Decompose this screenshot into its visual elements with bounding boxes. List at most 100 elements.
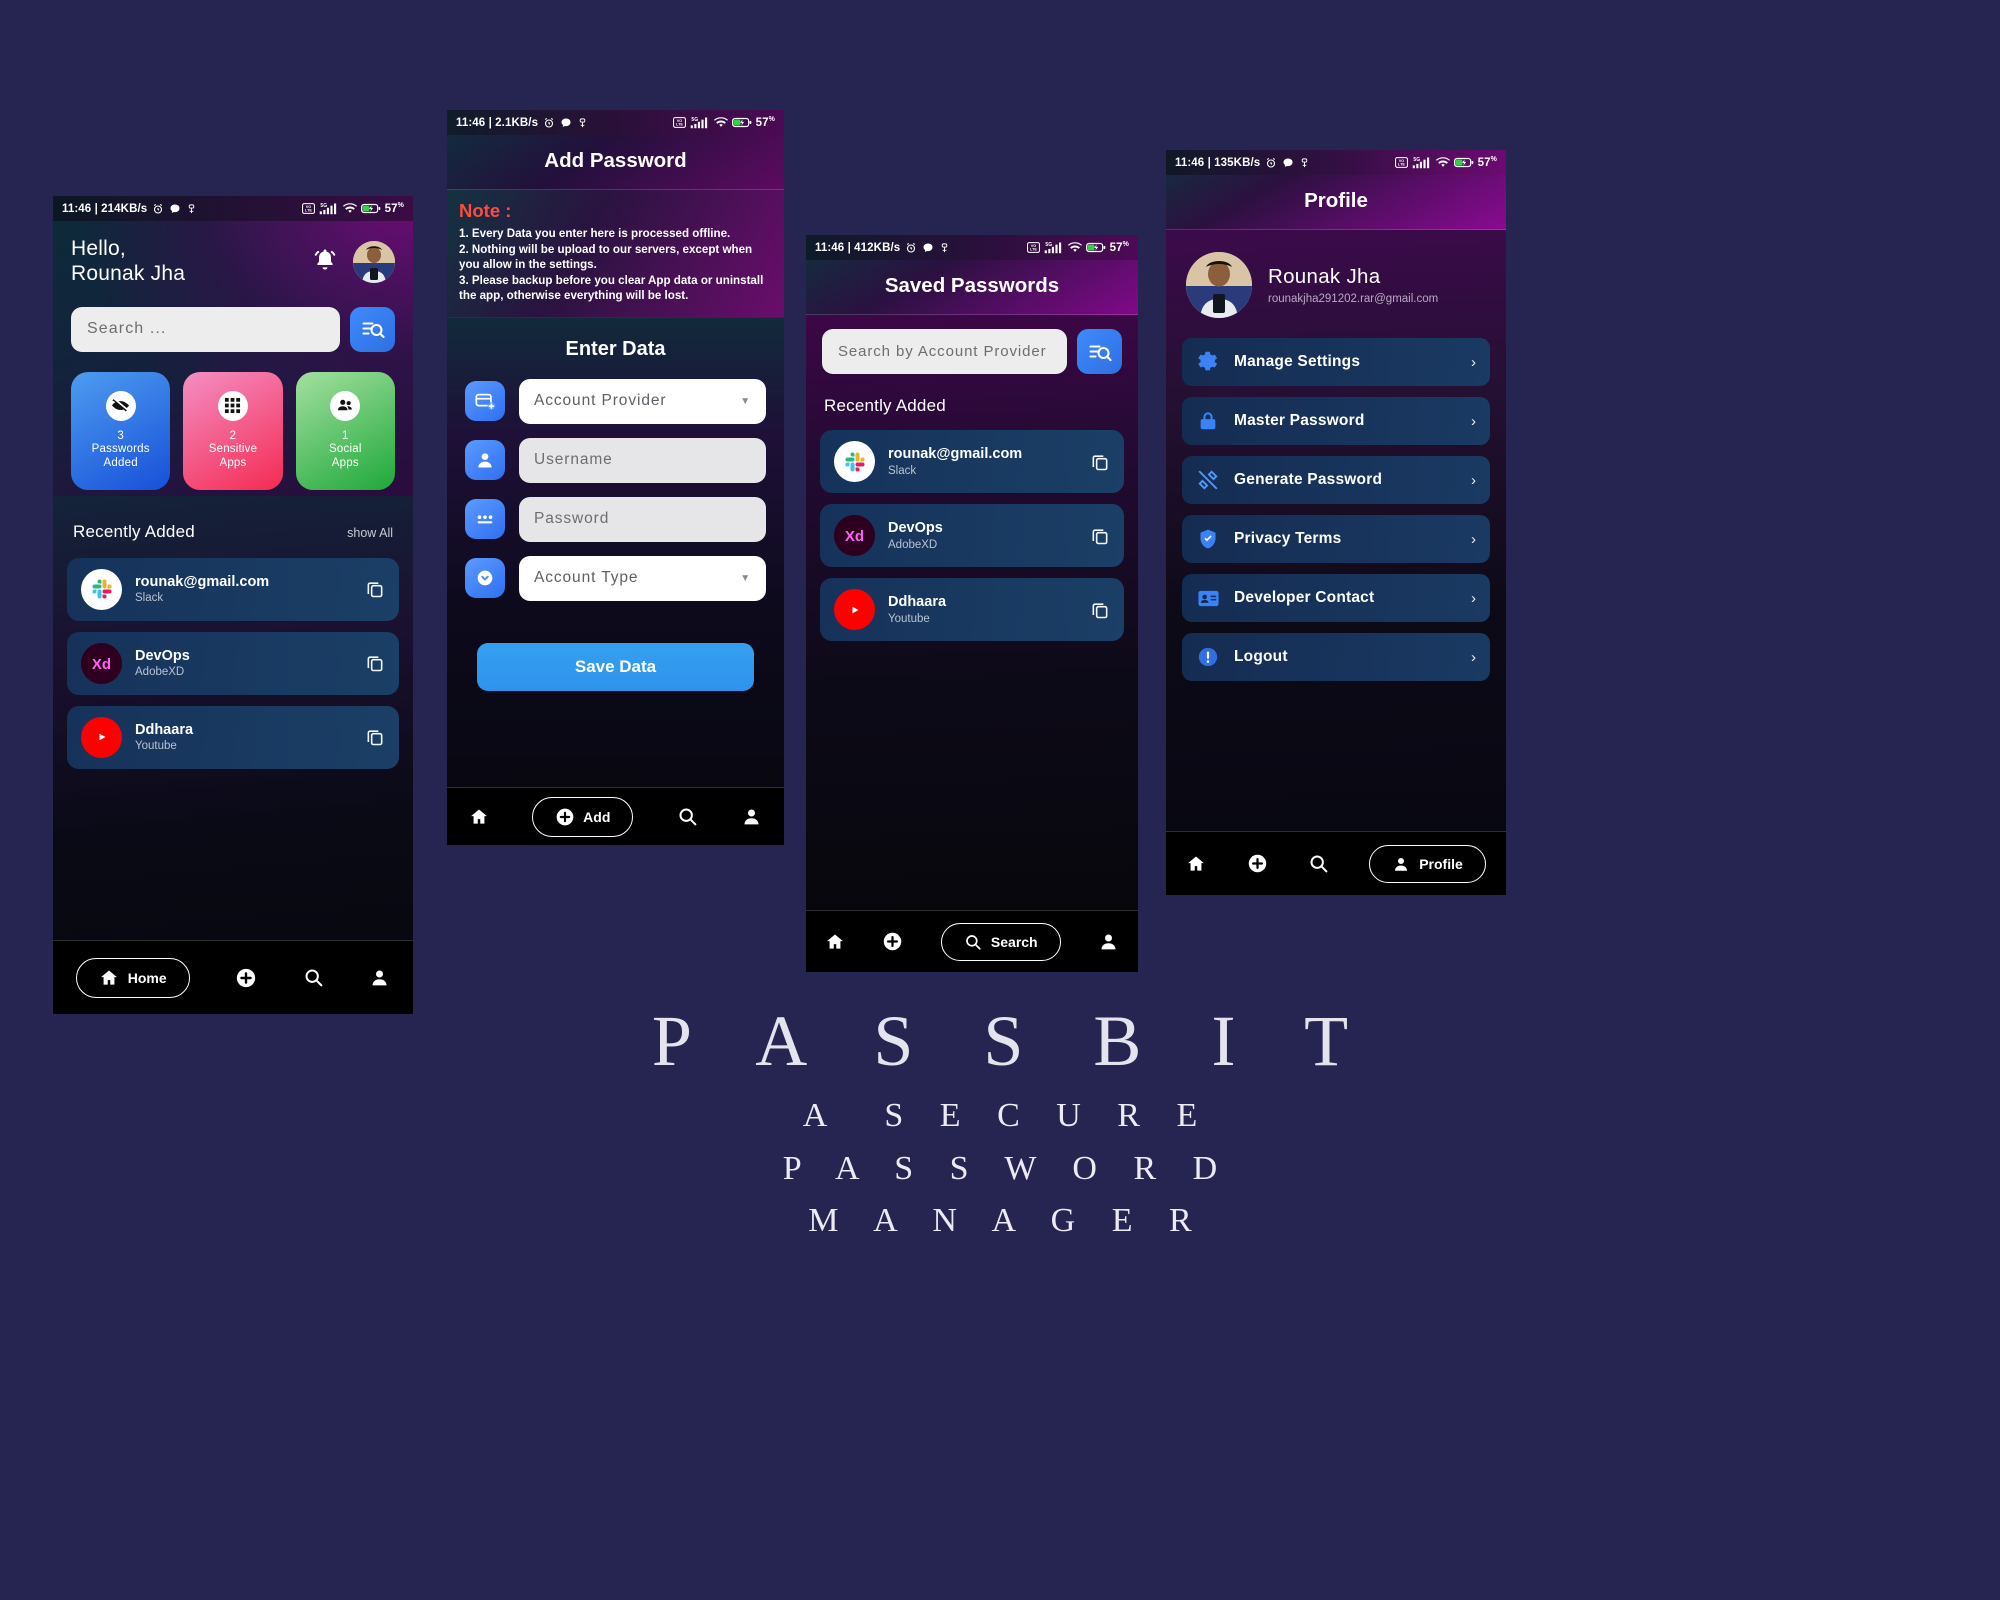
- nav-add[interactable]: [235, 967, 257, 989]
- copy-icon[interactable]: [365, 579, 385, 599]
- copy-icon[interactable]: [1090, 526, 1110, 546]
- youtube-logo: [81, 716, 122, 758]
- signal-bars-icon: 5G: [319, 202, 339, 215]
- nav-profile-label: Profile: [1419, 855, 1463, 872]
- list-item[interactable]: rounak@gmail.com Slack: [820, 430, 1124, 493]
- search-input[interactable]: Search by Account Provider: [822, 329, 1067, 374]
- copy-icon[interactable]: [365, 727, 385, 747]
- account-title: Ddhaara: [888, 594, 947, 611]
- svg-text:5G: 5G: [1045, 242, 1052, 248]
- stat-card-social[interactable]: 1 Social Apps: [295, 371, 395, 490]
- alert-icon: [1196, 645, 1220, 669]
- nav-search[interactable]: [1308, 853, 1329, 874]
- list-item[interactable]: rounak@gmail.com Slack: [67, 557, 399, 621]
- nav-add[interactable]: Add: [532, 796, 634, 837]
- chat-bubble-icon: [560, 117, 572, 129]
- slack-logo: [834, 441, 875, 482]
- wifi-icon: [342, 203, 357, 214]
- people-icon: [330, 390, 361, 421]
- field-password: Password: [447, 496, 784, 542]
- menu-item-label: Generate Password: [1234, 471, 1383, 488]
- account-list: rounak@gmail.com Slack Xd DevOps AdobeXD: [806, 430, 1138, 641]
- avatar[interactable]: [1186, 252, 1252, 318]
- note-line: 2. Nothing will be upload to our servers…: [459, 242, 753, 272]
- account-type-input[interactable]: Account Type ▼: [519, 555, 766, 601]
- nav-add-label: Add: [583, 808, 611, 825]
- status-bar: 11:46 | 412KB/s VO LTE 5G 57%: [806, 235, 1138, 260]
- chat-bubble-icon: [1282, 157, 1294, 169]
- gear-icon: [1196, 350, 1220, 374]
- nav-search[interactable]: [677, 806, 698, 827]
- password-placeholder: Password: [534, 510, 610, 528]
- lock-icon: [1196, 409, 1220, 433]
- nav-add[interactable]: [1247, 853, 1268, 874]
- nav-search[interactable]: Search: [940, 922, 1061, 961]
- nav-profile[interactable]: [369, 967, 390, 988]
- copy-icon[interactable]: [1090, 600, 1110, 620]
- signal-bars-icon: 5G: [1412, 156, 1432, 169]
- show-all-link[interactable]: show All: [347, 526, 393, 540]
- save-data-button[interactable]: Save Data: [477, 642, 754, 691]
- brand-tagline: A S E C U R E P A S S W O R D M A N A G …: [0, 1090, 2000, 1248]
- menu-item-generate-password[interactable]: Generate Password ›: [1182, 456, 1490, 504]
- notification-bell-icon[interactable]: [313, 247, 337, 277]
- list-item[interactable]: Ddhaara Youtube: [67, 705, 399, 769]
- copy-icon[interactable]: [365, 653, 385, 673]
- battery-icon: [731, 117, 752, 128]
- note-line: 3. Please backup before you clear App da…: [459, 273, 764, 303]
- bottom-navigation: Profile: [1166, 831, 1506, 895]
- password-input[interactable]: Password: [519, 496, 766, 542]
- nav-search[interactable]: [303, 967, 324, 988]
- battery-percent: 57%: [1477, 156, 1497, 169]
- search-button[interactable]: [1077, 329, 1122, 374]
- contact-card-icon: [1196, 586, 1220, 610]
- account-subtitle: AdobeXD: [135, 666, 185, 679]
- chevron-down-icon[interactable]: ▼: [740, 396, 751, 407]
- brand-name: P A S S B I T: [651, 1001, 1375, 1081]
- chevron-right-icon: ›: [1471, 471, 1476, 489]
- list-item[interactable]: Ddhaara Youtube: [820, 578, 1124, 641]
- stat-card-passwords[interactable]: 3 Passwords Added: [71, 371, 171, 490]
- copy-icon[interactable]: [1090, 452, 1110, 472]
- list-item[interactable]: Xd DevOps AdobeXD: [67, 631, 399, 695]
- username-input[interactable]: Username: [519, 437, 766, 483]
- avatar[interactable]: [353, 241, 395, 283]
- status-time-speed: 11:46 | 135KB/s: [1175, 156, 1261, 169]
- menu-item-master-password[interactable]: Master Password ›: [1182, 397, 1490, 445]
- nav-profile[interactable]: [741, 806, 762, 827]
- chevron-right-icon: ›: [1471, 648, 1476, 666]
- nav-home[interactable]: [1186, 854, 1206, 874]
- menu-item-logout[interactable]: Logout ›: [1182, 633, 1490, 681]
- brand-tagline-line: P A S S W O R D: [782, 1149, 1232, 1187]
- account-subtitle: AdobeXD: [888, 538, 938, 551]
- volte-icon: VO LTE: [301, 203, 315, 214]
- form-title: Enter Data: [565, 337, 666, 360]
- menu-item-manage-settings[interactable]: Manage Settings ›: [1182, 338, 1490, 386]
- volte-icon: VO LTE: [1026, 242, 1040, 253]
- chevron-down-icon[interactable]: ▼: [740, 573, 751, 584]
- account-title: rounak@gmail.com: [888, 446, 1023, 463]
- card-add-icon: [465, 381, 505, 422]
- svg-text:LTE: LTE: [1030, 248, 1037, 252]
- username-placeholder: Username: [534, 451, 613, 469]
- nav-add[interactable]: [882, 931, 903, 952]
- stat-card-sensitive[interactable]: 2 Sensitive Apps: [183, 371, 283, 490]
- nav-home[interactable]: [825, 932, 845, 952]
- section-title-recently-added: Recently Added: [73, 521, 195, 541]
- nav-home[interactable]: [469, 807, 489, 827]
- nav-home[interactable]: Home: [75, 957, 190, 998]
- list-item[interactable]: Xd DevOps AdobeXD: [820, 504, 1124, 567]
- nav-profile[interactable]: Profile: [1369, 844, 1486, 883]
- nav-profile[interactable]: [1098, 931, 1119, 952]
- menu-item-privacy-terms[interactable]: Privacy Terms ›: [1182, 515, 1490, 563]
- youtube-logo: [834, 589, 875, 630]
- signal-bars-icon: 5G: [690, 116, 710, 129]
- profile-header: Rounak Jha rounakjha291202.rar@gmail.com: [1166, 230, 1506, 338]
- menu-item-developer-contact[interactable]: Developer Contact ›: [1182, 574, 1490, 622]
- chat-bubble-icon: [169, 203, 181, 215]
- search-input[interactable]: Search ...: [71, 306, 340, 352]
- eye-off-icon: [105, 390, 136, 421]
- chat-bubble-icon: [922, 242, 934, 254]
- search-button[interactable]: [350, 306, 395, 352]
- account-provider-input[interactable]: Account Provider ▼: [519, 378, 766, 424]
